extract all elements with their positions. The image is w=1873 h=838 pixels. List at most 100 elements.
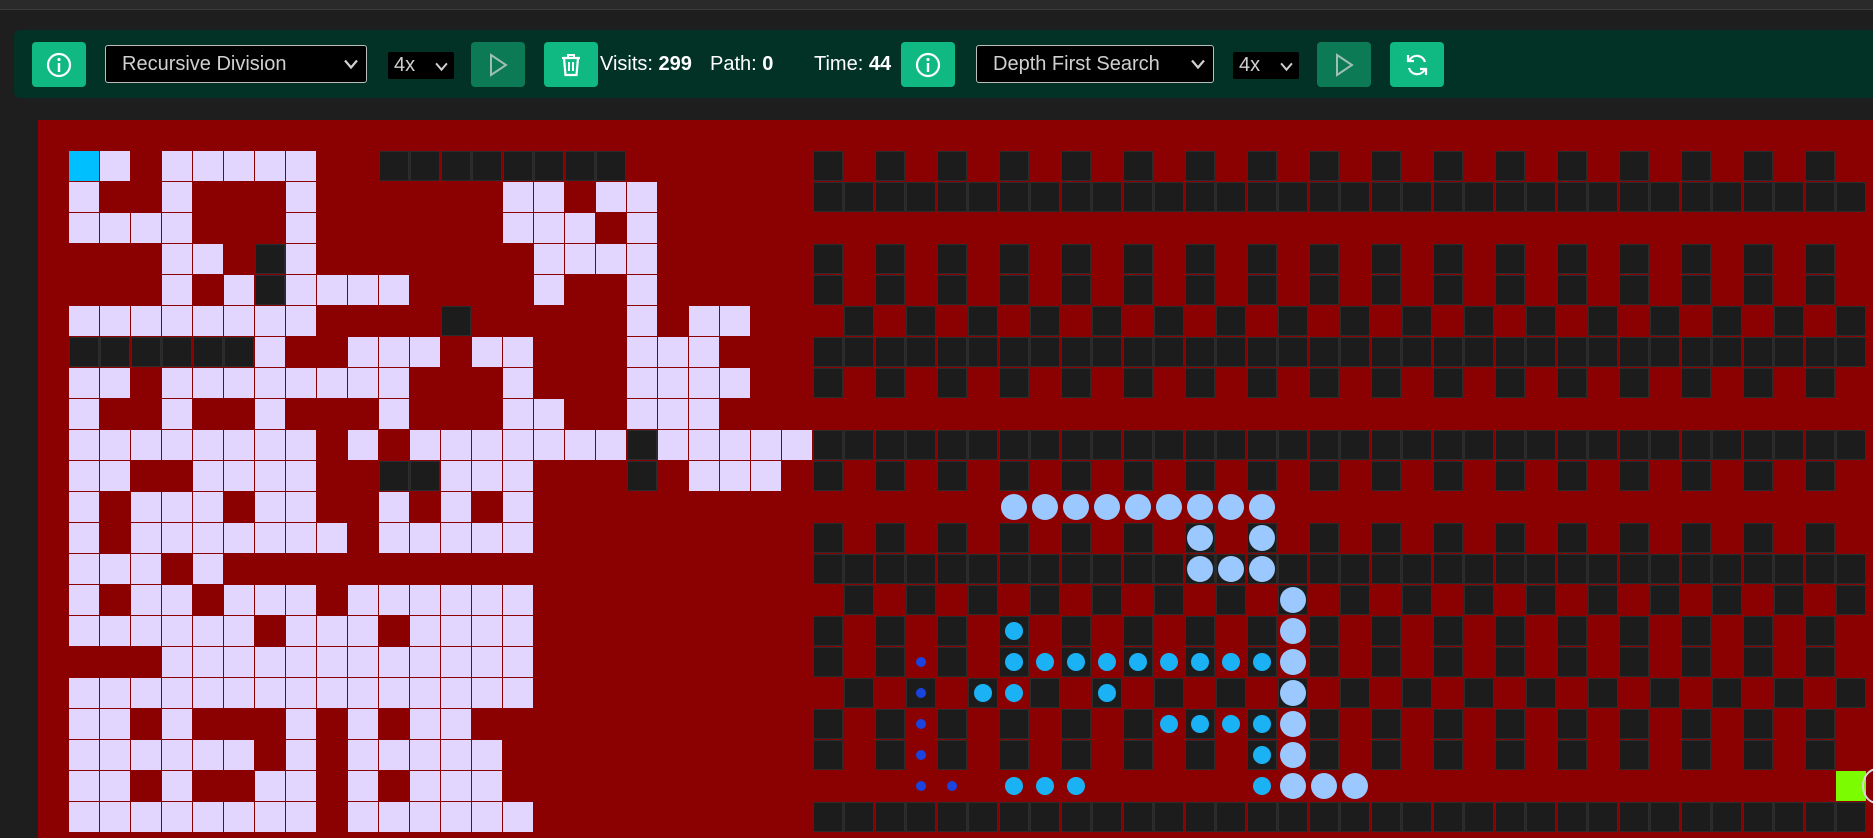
visited-cell[interactable]	[379, 740, 409, 770]
open-cell[interactable]	[1123, 368, 1153, 398]
visited-cell[interactable]	[69, 492, 99, 522]
visited-cell[interactable]	[69, 616, 99, 646]
visited-cell[interactable]	[503, 616, 533, 646]
visited-cell[interactable]	[410, 430, 440, 460]
open-cell[interactable]	[627, 461, 657, 491]
visited-cell[interactable]	[379, 678, 409, 708]
visited-cell[interactable]	[720, 430, 750, 460]
open-cell[interactable]	[875, 709, 905, 739]
open-cell[interactable]	[1309, 523, 1339, 553]
visited-cell[interactable]	[379, 399, 409, 429]
visited-cell[interactable]	[441, 802, 471, 832]
open-cell[interactable]	[1030, 337, 1060, 367]
open-cell[interactable]	[1557, 709, 1587, 739]
open-cell[interactable]	[131, 337, 161, 367]
open-cell[interactable]	[379, 461, 409, 491]
visited-cell[interactable]	[255, 802, 285, 832]
open-cell[interactable]	[1340, 678, 1370, 708]
open-cell[interactable]	[1247, 244, 1277, 274]
open-cell[interactable]	[1309, 709, 1339, 739]
open-cell[interactable]	[596, 151, 626, 181]
open-cell[interactable]	[1526, 678, 1556, 708]
open-cell[interactable]	[1464, 430, 1494, 460]
visited-cell[interactable]	[348, 802, 378, 832]
visited-cell[interactable]	[162, 399, 192, 429]
open-cell[interactable]	[1402, 585, 1432, 615]
open-cell[interactable]	[1309, 802, 1339, 832]
visited-cell[interactable]	[193, 430, 223, 460]
visited-cell[interactable]	[534, 213, 564, 243]
open-cell[interactable]	[875, 244, 905, 274]
visited-cell[interactable]	[193, 616, 223, 646]
open-cell[interactable]	[1371, 647, 1401, 677]
open-cell[interactable]	[999, 244, 1029, 274]
open-cell[interactable]	[1619, 244, 1649, 274]
open-cell[interactable]	[844, 585, 874, 615]
visited-cell[interactable]	[441, 430, 471, 460]
open-cell[interactable]	[1805, 554, 1835, 584]
open-cell[interactable]	[1619, 523, 1649, 553]
visited-cell[interactable]	[162, 492, 192, 522]
visited-cell[interactable]	[689, 368, 719, 398]
visited-cell[interactable]	[286, 182, 316, 212]
open-cell[interactable]	[1805, 244, 1835, 274]
visited-cell[interactable]	[379, 802, 409, 832]
open-cell[interactable]	[906, 337, 936, 367]
visited-cell[interactable]	[348, 771, 378, 801]
open-cell[interactable]	[1743, 616, 1773, 646]
open-cell[interactable]	[999, 802, 1029, 832]
open-cell[interactable]	[875, 151, 905, 181]
visited-cell[interactable]	[193, 368, 223, 398]
visited-cell[interactable]	[69, 368, 99, 398]
visited-cell[interactable]	[100, 709, 130, 739]
open-cell[interactable]	[1464, 678, 1494, 708]
clear-grid-button[interactable]	[544, 42, 598, 87]
open-cell[interactable]	[1185, 337, 1215, 367]
visited-cell[interactable]	[472, 585, 502, 615]
open-cell[interactable]	[224, 337, 254, 367]
visited-cell[interactable]	[689, 306, 719, 336]
visited-cell[interactable]	[441, 616, 471, 646]
open-cell[interactable]	[968, 430, 998, 460]
open-cell[interactable]	[968, 585, 998, 615]
open-cell[interactable]	[1681, 554, 1711, 584]
visited-cell[interactable]	[503, 213, 533, 243]
open-cell[interactable]	[1123, 337, 1153, 367]
visited-cell[interactable]	[348, 616, 378, 646]
open-cell[interactable]	[813, 275, 843, 305]
open-cell[interactable]	[1371, 182, 1401, 212]
open-cell[interactable]	[1247, 368, 1277, 398]
visited-cell[interactable]	[255, 399, 285, 429]
open-cell[interactable]	[1371, 337, 1401, 367]
open-cell[interactable]	[1774, 430, 1804, 460]
open-cell[interactable]	[1433, 802, 1463, 832]
open-cell[interactable]	[100, 337, 130, 367]
visited-cell[interactable]	[69, 461, 99, 491]
visited-cell[interactable]	[69, 523, 99, 553]
visited-cell[interactable]	[317, 523, 347, 553]
visited-cell[interactable]	[720, 368, 750, 398]
open-cell[interactable]	[1619, 616, 1649, 646]
open-cell[interactable]	[1371, 616, 1401, 646]
visited-cell[interactable]	[193, 647, 223, 677]
open-cell[interactable]	[1278, 554, 1308, 584]
open-cell[interactable]	[1743, 430, 1773, 460]
open-cell[interactable]	[1619, 709, 1649, 739]
visited-cell[interactable]	[224, 678, 254, 708]
visited-cell[interactable]	[627, 275, 657, 305]
visited-cell[interactable]	[162, 213, 192, 243]
visited-cell[interactable]	[69, 306, 99, 336]
open-cell[interactable]	[565, 151, 595, 181]
open-cell[interactable]	[1619, 647, 1649, 677]
open-cell[interactable]	[1495, 461, 1525, 491]
open-cell[interactable]	[1433, 151, 1463, 181]
visited-cell[interactable]	[348, 709, 378, 739]
open-cell[interactable]	[1774, 182, 1804, 212]
open-cell[interactable]	[1123, 461, 1153, 491]
open-cell[interactable]	[1185, 182, 1215, 212]
open-cell[interactable]	[1092, 585, 1122, 615]
open-cell[interactable]	[813, 461, 843, 491]
visited-cell[interactable]	[100, 616, 130, 646]
path-algorithm-select[interactable]: Depth First Search	[976, 45, 1214, 83]
open-cell[interactable]	[1061, 244, 1091, 274]
